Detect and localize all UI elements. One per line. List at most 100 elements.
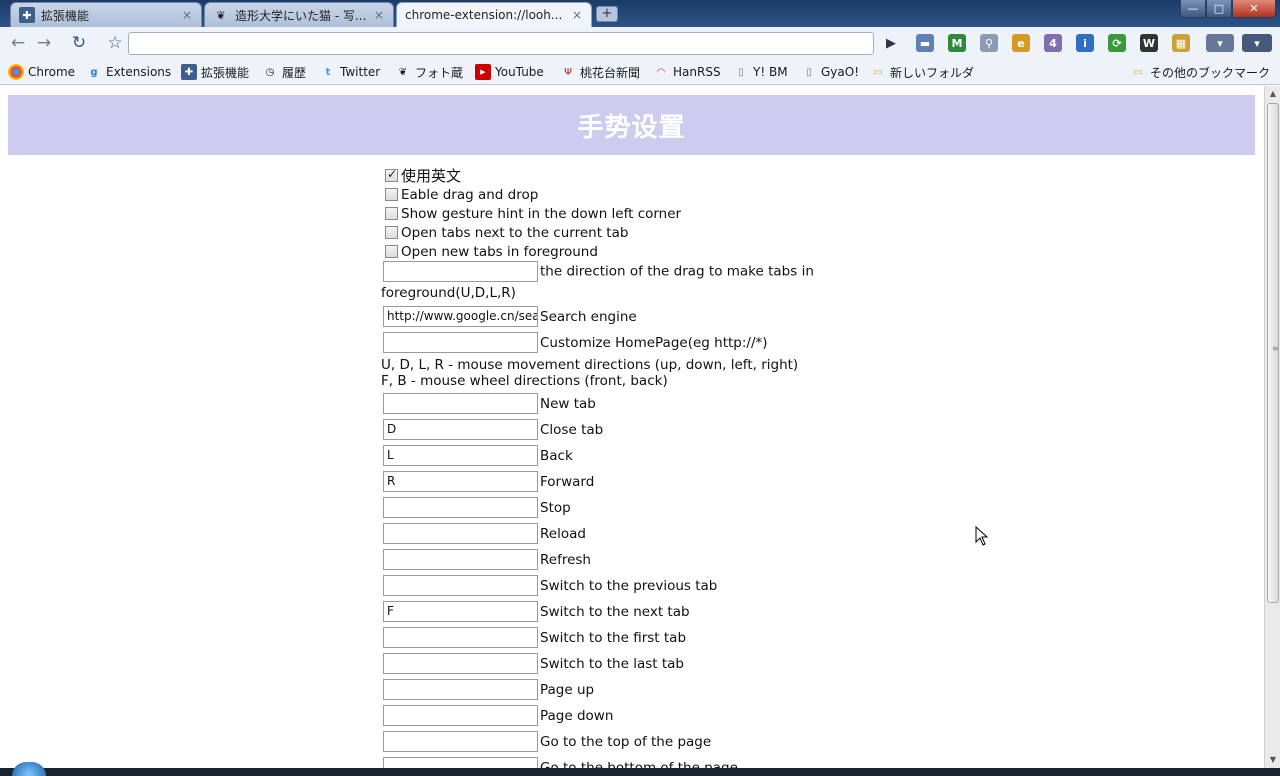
bookmark-history[interactable]: ◷ 履歴	[262, 63, 306, 81]
option-drag-drop[interactable]: Eable drag and drop	[381, 185, 821, 204]
bookmark-star-icon[interactable]: ☆	[103, 31, 127, 55]
bars-icon[interactable]: ▬	[916, 34, 934, 52]
checkbox[interactable]	[385, 226, 398, 239]
mouse-cursor-icon	[975, 526, 989, 546]
ie-tab-icon[interactable]: e	[1012, 34, 1030, 52]
bookmark-news[interactable]: Ψ 桃花台新聞	[560, 63, 640, 81]
close-window-button[interactable]: ✕	[1232, 0, 1276, 18]
go-button[interactable]: ▶	[880, 32, 902, 54]
gesture-input[interactable]	[383, 731, 538, 752]
wikipedia-icon[interactable]: W	[1140, 34, 1158, 52]
tab-close-icon[interactable]: ×	[181, 8, 193, 22]
gesture-row: Reload	[381, 521, 821, 547]
bookmark-ybm[interactable]: ▯ Y! BM	[733, 63, 788, 81]
option-use-english[interactable]: 使用英文	[381, 166, 821, 185]
homepage-input[interactable]	[383, 332, 538, 353]
gesture-input[interactable]: R	[383, 471, 538, 492]
option-label: Show gesture hint in the down left corne…	[401, 205, 682, 222]
gesture-label: Back	[540, 447, 573, 464]
address-bar[interactable]	[128, 32, 874, 55]
bookmark-extensions[interactable]: g Extensions	[86, 63, 171, 81]
reload-button[interactable]: ↻	[67, 31, 91, 55]
maximize-button[interactable]: □	[1206, 0, 1232, 18]
page-menu-icon[interactable]: ▾	[1206, 34, 1234, 52]
back-button[interactable]: ←	[6, 31, 30, 55]
gesture-input[interactable]	[383, 523, 538, 544]
bookmark-label: Y! BM	[753, 65, 788, 79]
other-bookmarks-label: その他のブックマーク	[1150, 65, 1271, 80]
sync-icon[interactable]: ⟳	[1108, 34, 1126, 52]
tab-close-icon[interactable]: ×	[373, 8, 385, 22]
bookmark-label: GyaO!	[821, 65, 860, 79]
tab-photo[interactable]: ❦ 造形大学にいた猫 - 写... ×	[204, 2, 394, 27]
gesture-input[interactable]	[383, 627, 538, 648]
magnifier-icon[interactable]: ⚲	[980, 34, 998, 52]
tab-settings[interactable]: chrome-extension://looh... ×	[396, 2, 592, 27]
gesture-input[interactable]	[383, 549, 538, 570]
forward-button[interactable]: →	[32, 31, 56, 55]
gesture-row: Go to the top of the page	[381, 729, 821, 755]
photo-grid-icon[interactable]: ▦	[1172, 34, 1190, 52]
gesture-label: Switch to the previous tab	[540, 577, 718, 594]
bookmark-folder[interactable]: ▭ 新しいフォルダ	[870, 63, 974, 81]
scroll-up-icon[interactable]: ▲	[1265, 86, 1280, 102]
checkbox[interactable]	[385, 207, 398, 220]
scroll-down-icon[interactable]: ▼	[1265, 752, 1280, 768]
news-icon: Ψ	[564, 66, 572, 78]
youtube-icon: ▶	[475, 64, 491, 80]
checkbox[interactable]	[385, 188, 398, 201]
scrollbar-thumb[interactable]: ≡	[1267, 103, 1279, 603]
bookmark-youtube[interactable]: ▶ YouTube	[475, 63, 544, 81]
photo-icon: ❦	[398, 66, 408, 78]
option-foreground[interactable]: Open new tabs in foreground	[381, 242, 821, 261]
vertical-scrollbar[interactable]: ▲ ≡ ▼	[1264, 86, 1280, 768]
gesture-input[interactable]: L	[383, 445, 538, 466]
gesture-label: Reload	[540, 525, 586, 542]
direction-input[interactable]	[383, 261, 538, 282]
gesture-row: D Close tab	[381, 417, 821, 443]
checkbox[interactable]	[385, 167, 398, 182]
gmail-icon[interactable]: M	[948, 34, 966, 52]
page-icon: ▯	[806, 66, 812, 78]
option-gesture-hint[interactable]: Show gesture hint in the down left corne…	[381, 204, 821, 223]
wrench-icon[interactable]: ▾	[1242, 34, 1272, 52]
direction-label-cont: foreground(U,D,L,R)	[381, 284, 516, 301]
gesture-input[interactable]	[383, 705, 538, 726]
gesture-input[interactable]	[383, 393, 538, 414]
option-label: Open new tabs in foreground	[401, 243, 598, 260]
gesture-input[interactable]	[383, 653, 538, 674]
info-icon[interactable]: i	[1076, 34, 1094, 52]
gesture-input[interactable]: D	[383, 419, 538, 440]
chat-icon[interactable]: 4	[1044, 34, 1062, 52]
option-tabs-next[interactable]: Open tabs next to the current tab	[381, 223, 821, 242]
gesture-input[interactable]	[383, 497, 538, 518]
bookmark-chrome[interactable]: Chrome	[8, 63, 75, 81]
taskbar	[0, 768, 1280, 776]
bookmark-label: 新しいフォルダ	[890, 65, 975, 80]
settings-form: 使用英文 Eable drag and drop Show gesture hi…	[381, 166, 821, 768]
bookmark-hanrss[interactable]: ◠ HanRSS	[653, 63, 721, 81]
bookmark-twitter[interactable]: t Twitter	[320, 63, 381, 81]
option-label: Eable drag and drop	[401, 186, 539, 203]
gesture-row: Page down	[381, 703, 821, 729]
gesture-input[interactable]: F	[383, 601, 538, 622]
gesture-label: Switch to the next tab	[540, 603, 690, 620]
bookmark-gyao[interactable]: ▯ GyaO!	[801, 63, 859, 81]
other-bookmarks[interactable]: ▭ その他のブックマーク	[1130, 63, 1270, 81]
search-engine-input[interactable]: http://www.google.cn/sear	[383, 306, 538, 327]
toolbar: ← → ↻ ☆ ▶ ▬ M ⚲ e 4 i ⟳ W ▦ ▾ ▾	[0, 27, 1280, 59]
bookmark-label: Extensions	[106, 65, 172, 79]
new-tab-button[interactable]: +	[596, 6, 618, 22]
gesture-input[interactable]	[383, 679, 538, 700]
tab-close-icon[interactable]: ×	[571, 8, 583, 22]
gesture-input[interactable]	[383, 757, 538, 768]
bookmark-fotozo[interactable]: ❦ フォト蔵	[395, 63, 463, 81]
checkbox[interactable]	[385, 245, 398, 258]
help-line: F, B - mouse wheel directions (front, ba…	[381, 372, 668, 389]
option-label: Open tabs next to the current tab	[401, 224, 629, 241]
gesture-input[interactable]	[383, 575, 538, 596]
tab-extensions[interactable]: ✚ 拡張機能 ×	[10, 2, 202, 27]
bookmark-kakuchou[interactable]: ✚ 拡張機能	[181, 63, 249, 81]
gesture-help: U, D, L, R - mouse movement directions (…	[381, 357, 821, 389]
minimize-button[interactable]: —	[1180, 0, 1206, 18]
